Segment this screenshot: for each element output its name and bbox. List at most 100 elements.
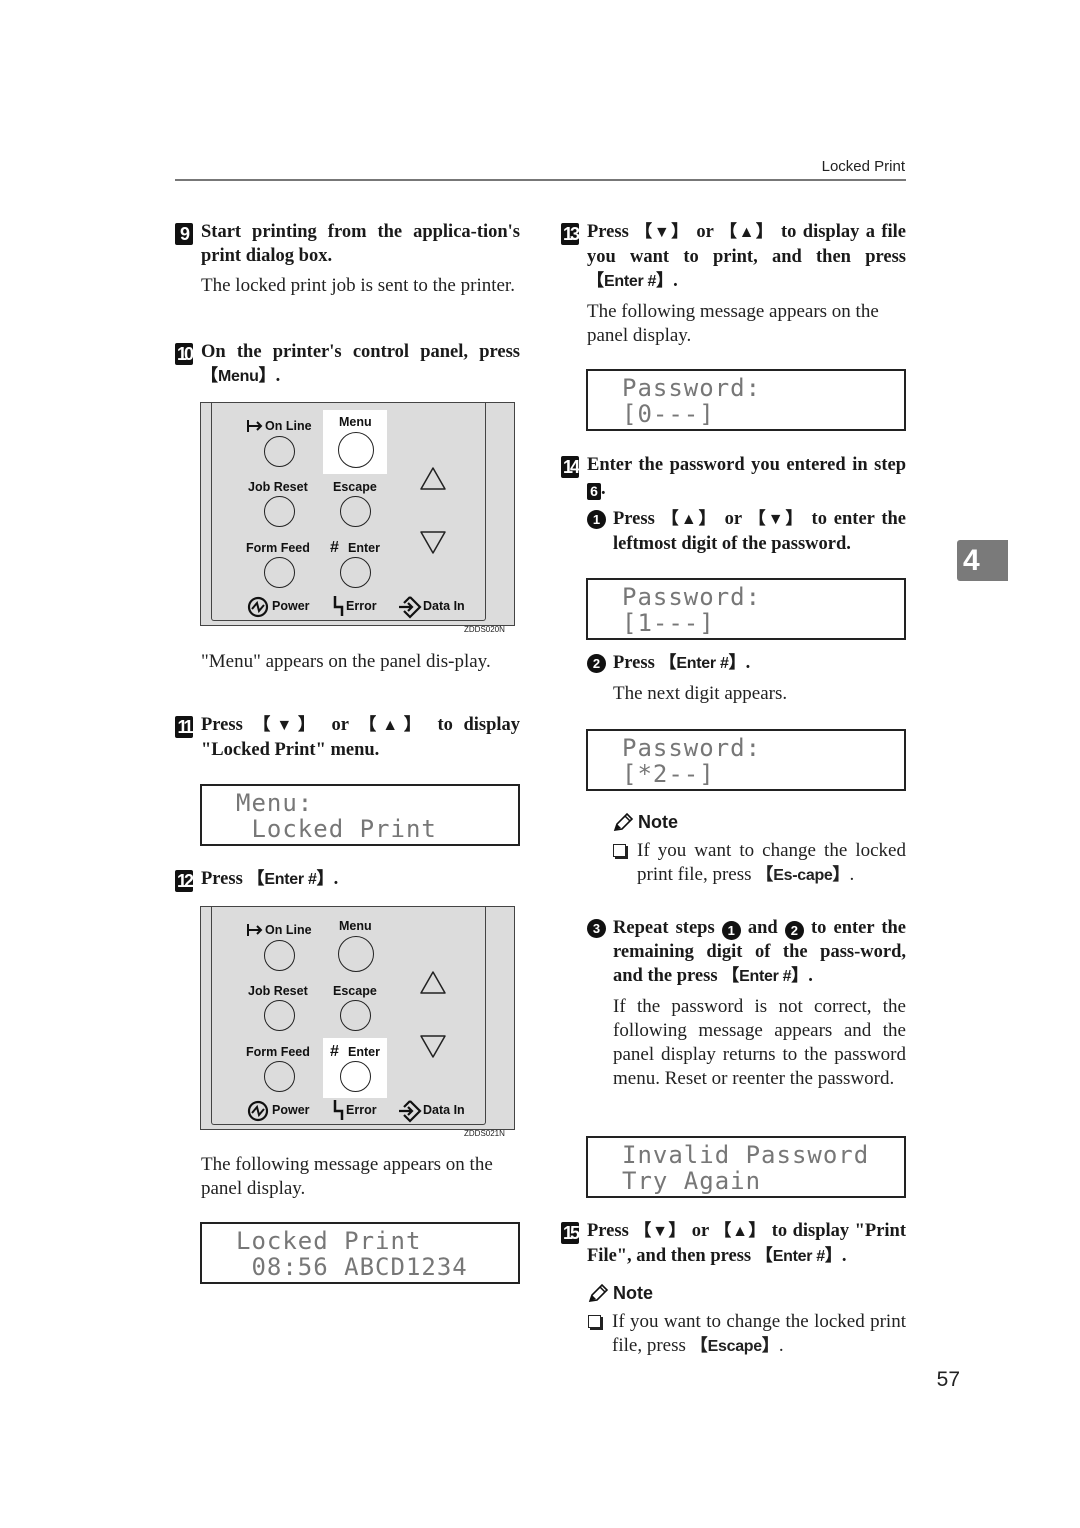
escape-button[interactable] [340,496,371,527]
on-line-button[interactable] [264,436,295,467]
error-icon [333,1100,344,1120]
lcd-line-2: Try Again [622,1167,762,1195]
key-bracket-close: 】 [671,222,690,242]
title-text: and [740,918,785,938]
key-bracket-close: 】 [791,966,809,986]
label-on-line: On Line [265,923,312,937]
label-menu: Menu [339,415,372,429]
pencil-icon [588,1283,609,1302]
step-body: The following message appears on the pan… [201,1154,493,1199]
title-text: . [673,271,678,291]
menu-button[interactable] [338,936,374,972]
step-number-badge: 12 [175,870,194,892]
checkbox-bullet-icon [588,1315,601,1328]
key-bracket-close: 】 [728,653,746,673]
key-down-arrow: ▼ [276,717,298,734]
on-line-button[interactable] [264,940,295,971]
lcd-display-invalid-password: Invalid Password Try Again [586,1136,906,1198]
key-bracket-open: 【 [359,715,383,735]
title-text: or [717,509,749,529]
down-arrow-icon[interactable] [419,1033,447,1059]
note-text: . [778,1335,784,1356]
key-bracket-open: 【 [201,366,218,386]
key-bracket-open: 【 [690,1336,708,1356]
key-bracket-close: 】 [824,1246,842,1266]
enter-button[interactable] [340,557,371,588]
menu-button[interactable] [338,432,374,468]
control-panel-figure-enter: On Line Menu Job Reset Escape Form Feed … [200,906,515,1130]
key-enter: Enter # [676,655,729,672]
lcd-line-1: Password: [622,734,762,762]
hash-icon: # [330,1043,339,1060]
note-heading: Note [612,812,906,833]
step-title: Start printing from the applica-tion's p… [201,222,520,266]
up-arrow-icon[interactable] [419,970,447,996]
key-bracket-open: 【 [748,509,768,529]
step-number-badge: 15 [561,1222,580,1244]
lcd-line-1: Password: [622,374,762,402]
title-suffix: . [275,366,281,386]
form-feed-button[interactable] [264,557,295,588]
key-bracket-close: 】 [668,1221,687,1241]
chapter-tab: 4 [957,540,1008,581]
substep-title: Press 【▲】 or 【▼】 to enter the leftmost d… [613,507,906,556]
substep-2: 2 Press 【Enter #】. The next digit appear… [587,651,906,706]
label-data-in: Data In [423,1103,465,1117]
step-reference-badge: 6 [587,483,601,500]
label-error: Error [346,1103,377,1117]
step-number-badge: 9 [175,223,193,245]
substep-1: 1 Press 【▲】 or 【▼】 to enter the leftmost… [587,507,906,556]
lcd-line-2: [1---] [622,609,715,637]
step-body: The locked print job is sent to the prin… [201,275,515,296]
key-enter: Enter # [604,273,657,290]
lcd-display-password-1: Password: [1---] [586,578,906,640]
key-enter: Enter # [772,1248,825,1265]
enter-button[interactable] [340,1061,371,1092]
title-text: or [689,222,720,242]
note-heading-text: Note [613,1283,653,1303]
pencil-icon [613,812,634,831]
key-bracket-open: 【 [634,1221,653,1241]
escape-button[interactable] [340,1000,371,1031]
label-escape: Escape [333,480,377,494]
step-12: 12 Press 【Enter #】. [175,867,520,892]
key-bracket-open: 【 [247,869,265,889]
title-text: . [841,1246,847,1266]
title-text: Press [201,715,254,735]
down-arrow-icon[interactable] [419,529,447,555]
step-title: On the printer's control panel, press 【M… [201,340,520,389]
key-bracket-close: 】 [698,509,718,529]
title-text: or [320,715,360,735]
title-text: . [333,869,339,889]
key-down-arrow: ▼ [767,511,786,528]
substep-title: Repeat steps 1 and 2 to enter the remain… [613,916,906,989]
form-feed-button[interactable] [264,1061,295,1092]
job-reset-button[interactable] [264,1000,295,1031]
note-escape-2: Note If you want to change the locked pr… [587,1283,906,1359]
step-15: 15 Press 【▼】 or 【▲】 to display "Print Fi… [561,1219,906,1269]
note-text: . [849,864,855,885]
power-icon [247,596,269,618]
lcd-line-2: Locked Print [236,815,437,843]
label-enter: Enter [348,541,380,555]
key-bracket-open: 【 [253,715,277,735]
key-up-arrow: ▲ [738,224,757,241]
on-line-arrow-icon [247,420,263,432]
lcd-display-password-2: Password: [*2--] [586,729,906,791]
step-14: 14 Enter the password you entered in ste… [561,453,906,501]
up-arrow-icon[interactable] [419,466,447,492]
key-bracket-close: 】 [832,865,850,885]
key-bracket-open: 【 [661,509,681,529]
substep-number-badge: 3 [587,919,606,938]
title-text: On the printer's control panel, press [201,342,520,362]
job-reset-button[interactable] [264,496,295,527]
power-icon [247,1100,269,1122]
label-error: Error [346,599,377,613]
label-form-feed: Form Feed [246,541,310,555]
key-bracket-close: 】 [297,715,321,735]
step-body: "Menu" appears on the panel dis-play. [201,651,491,672]
note-item: If you want to change the locked print f… [587,1310,906,1359]
header-rule [175,179,906,181]
step-10: 10 On the printer's control panel, press… [175,340,520,389]
title-text: or [686,1221,715,1241]
